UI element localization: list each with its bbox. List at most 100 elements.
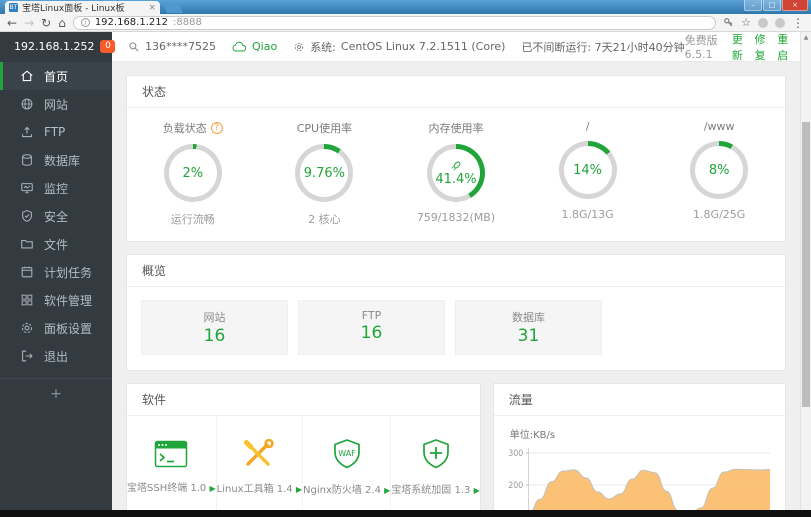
home-button[interactable]: ⌂ [58, 15, 66, 31]
cpu-donut: 9.76% [295, 144, 354, 202]
rocket-icon[interactable] [450, 160, 462, 172]
upload-icon [22, 126, 32, 138]
browser-menu-icon[interactable]: ⋮ [792, 15, 804, 31]
tools-icon [244, 438, 275, 466]
overview-card-database[interactable]: 数据库 31 [455, 300, 602, 355]
status-gauges: 负载状态 ? 2% 运行流畅 CPU使用率 9.76% 2 核心 内存使用率 4… [127, 108, 785, 241]
memory-donut: 41.4% [426, 144, 485, 202]
software-item-nginx-waf[interactable]: WAF Nginx防火墙 2.4 ▶ [303, 416, 392, 510]
home-icon [21, 70, 33, 82]
software-item-ssh-terminal[interactable]: 宝塔SSH终端 1.0 ▶ [127, 416, 217, 510]
browser-tab[interactable]: BT 宝塔Linux面板 - Linux板 × [5, 1, 160, 14]
sidebar-item-home[interactable]: 首页 [0, 62, 112, 90]
repair-link[interactable]: 修复 [755, 31, 768, 63]
version-label: 免费版 6.5.1 [684, 34, 718, 61]
software-panel: 软件 宝塔SSH终端 1.0 ▶ Linux工具箱 1.4 ▶ WAF Ngin… [126, 383, 481, 510]
sidebar-item-ftp[interactable]: FTP [0, 118, 112, 146]
overview-panel: 概览 网站 16 FTP 16 数据库 31 [126, 254, 786, 371]
globe-icon [21, 98, 33, 110]
scrollbar-up-icon[interactable]: ▲ [801, 32, 811, 44]
message-badge[interactable]: 0 [100, 40, 116, 53]
maximize-button[interactable]: □ [763, 0, 781, 11]
traffic-body: 单位:KB/s 300200100 [494, 416, 785, 510]
overview-card-sites[interactable]: 网站 16 [141, 300, 288, 355]
sidebar-item-monitor[interactable]: 监控 [0, 174, 112, 202]
sidebar-item-files[interactable]: 文件 [0, 230, 112, 258]
address-bar[interactable]: i 192.168.1.212 :8888 [72, 15, 717, 30]
server-ip-block[interactable]: 192.168.1.252 0 [0, 31, 116, 62]
svg-text:WAF: WAF [338, 449, 356, 458]
main-content: 状态 负载状态 ? 2% 运行流畅 CPU使用率 9.76% 2 核心 内存使用… [112, 62, 800, 510]
gauge-disk-root[interactable]: / 14% 1.8G/13G [522, 120, 654, 227]
sidebar-item-settings[interactable]: 面板设置 [0, 314, 112, 342]
tab-title: 宝塔Linux面板 - Linux板 [22, 4, 125, 14]
sidebar-item-sites[interactable]: 网站 [0, 90, 112, 118]
sidebar: 首页 网站 FTP 数据库 监控 安全 文件 计划任务 软件管理 面板设置 退出… [0, 62, 112, 510]
app-window: BT 宝塔Linux面板 - Linux板 × – □ × ← → ↻ ⌂ i … [0, 0, 811, 517]
software-panel-title: 软件 [127, 384, 480, 416]
software-item-linux-toolbox[interactable]: Linux工具箱 1.4 ▶ [217, 416, 304, 510]
shield-check-icon [22, 210, 32, 222]
status-panel-title: 状态 [127, 76, 785, 108]
close-button[interactable]: × [782, 0, 808, 11]
shield-plus-icon [422, 438, 449, 468]
overview-card-ftp[interactable]: FTP 16 [298, 300, 445, 355]
gauge-cpu[interactable]: CPU使用率 9.76% 2 核心 [259, 120, 391, 227]
traffic-chart: 300200100 [508, 447, 770, 510]
window-controls: – □ × [744, 0, 808, 11]
gauge-memory[interactable]: 内存使用率 41.4% 759/1832(MB) [390, 120, 522, 227]
calendar-icon [21, 266, 33, 278]
svg-text:200: 200 [508, 479, 523, 490]
sidebar-item-database[interactable]: 数据库 [0, 146, 112, 174]
sidebar-item-logout[interactable]: 退出 [0, 342, 112, 370]
extension-icon[interactable] [775, 17, 785, 28]
folder-icon [21, 239, 33, 249]
traffic-panel: 流量 单位:KB/s 300200100 [492, 383, 786, 510]
passwords-key-icon[interactable] [723, 17, 734, 28]
user-qiao[interactable]: Qiao [232, 40, 277, 53]
url-host: 192.168.1.212 [94, 17, 168, 28]
launch-arrow-icon: ▶ [473, 485, 480, 495]
browser-toolbar: ← → ↻ ⌂ i 192.168.1.212 :8888 ☆ ⋮ [0, 14, 811, 32]
url-port: :8888 [172, 17, 202, 28]
disk-root-donut: 14% [558, 141, 617, 199]
tab-close-icon[interactable]: × [148, 3, 156, 13]
software-item-system-hardening[interactable]: 宝塔系统加固 1.3 ▶ [391, 416, 480, 510]
launch-arrow-icon: ▶ [209, 483, 216, 493]
svg-text:300: 300 [508, 447, 523, 458]
update-link[interactable]: 更新 [732, 31, 745, 63]
system-label: 系统: [310, 40, 336, 54]
taskbar-strip [0, 510, 811, 517]
gear-icon [294, 42, 304, 51]
account-phone[interactable]: 136****7525 [128, 40, 216, 53]
waf-shield-icon: WAF [333, 438, 360, 468]
gauge-load[interactable]: 负载状态 ? 2% 运行流畅 [127, 120, 259, 227]
launch-arrow-icon: ▶ [295, 484, 303, 494]
logout-icon [22, 350, 33, 362]
page-info-icon[interactable]: i [80, 18, 90, 27]
reload-button[interactable]: ↻ [41, 15, 51, 31]
sidebar-add-button[interactable]: + [0, 379, 112, 402]
scrollbar-thumb[interactable] [802, 122, 810, 407]
bookmark-star-icon[interactable]: ☆ [741, 15, 751, 31]
cloud-icon [232, 41, 247, 52]
back-button[interactable]: ← [7, 15, 17, 31]
help-icon[interactable]: ? [210, 122, 223, 134]
status-panel: 状态 负载状态 ? 2% 运行流畅 CPU使用率 9.76% 2 核心 内存使用… [126, 75, 786, 242]
forward-button[interactable]: → [24, 15, 34, 31]
page-scrollbar[interactable]: ▲ [800, 32, 811, 510]
traffic-unit-label: 单位:KB/s [509, 430, 556, 441]
uptime: 已不间断运行: 7天21小时40分钟 [521, 40, 685, 54]
panel-topbar: 192.168.1.252 0 136****7525 Qiao 系统: Cen… [0, 31, 800, 63]
minimize-button[interactable]: – [744, 0, 762, 11]
extension-icon[interactable] [758, 17, 768, 28]
favicon: BT [9, 3, 18, 12]
sidebar-item-security[interactable]: 安全 [0, 202, 112, 230]
sidebar-item-cron[interactable]: 计划任务 [0, 258, 112, 286]
settings-gear-icon [21, 322, 33, 334]
sidebar-item-software[interactable]: 软件管理 [0, 286, 112, 314]
restart-link[interactable]: 重启 [777, 31, 790, 63]
topbar-right: 免费版 6.5.1 更新 修复 重启 [685, 31, 800, 63]
new-tab-button[interactable] [163, 3, 183, 13]
gauge-disk-www[interactable]: /www 8% 1.8G/25G [653, 120, 785, 227]
